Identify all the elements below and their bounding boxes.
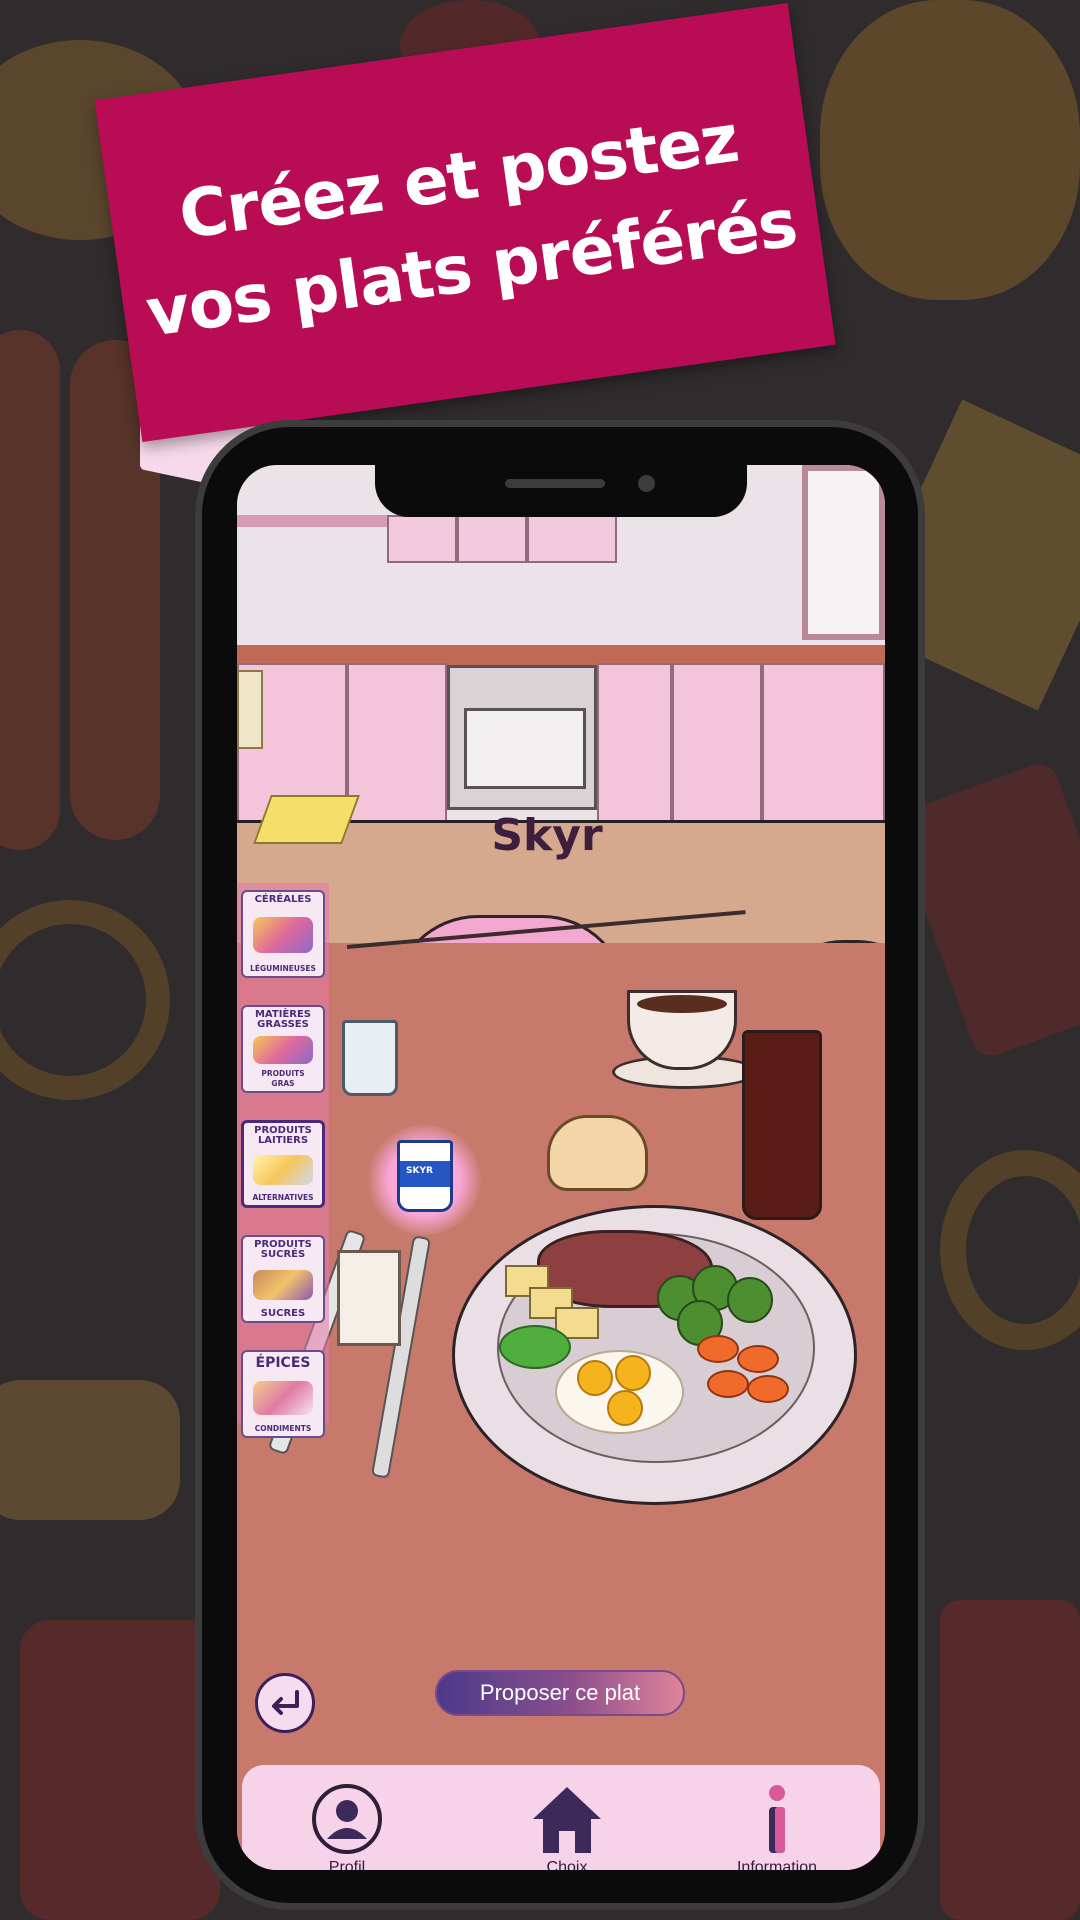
app-screen: Skyr SKYR CÉRÉALES LÉGUMINEUSES MATIÈRES…	[237, 465, 885, 1870]
bottom-navigation: Profil Choix Information	[242, 1765, 880, 1870]
upper-cabinet	[387, 515, 457, 563]
category-subtitle: CONDIMENTS	[254, 1424, 312, 1433]
nav-label-profil: Profil	[328, 1859, 366, 1870]
nav-choix[interactable]: Choix	[492, 1783, 642, 1870]
base-cabinet	[672, 663, 762, 823]
skyr-item[interactable]: SKYR	[397, 1140, 453, 1212]
back-button[interactable]	[255, 1673, 315, 1733]
category-produits-laitiers[interactable]: PRODUITS LAITIERS ALTERNATIVES	[241, 1120, 325, 1208]
oven	[447, 665, 597, 810]
cereal-box	[237, 670, 263, 749]
spices-icon	[253, 1380, 313, 1415]
kitchen-counter	[237, 645, 885, 665]
nav-information[interactable]: Information	[702, 1783, 852, 1870]
kitchen-window	[802, 465, 885, 640]
category-title: PRODUITS LAITIERS	[254, 1125, 312, 1146]
profile-icon	[312, 1784, 382, 1854]
category-subtitle: ALTERNATIVES	[252, 1193, 314, 1202]
category-matieres-grasses[interactable]: MATIÈRES GRASSES PRODUITS GRAS	[241, 1005, 325, 1093]
category-title: ÉPICES	[255, 1355, 311, 1371]
oven-window	[464, 708, 586, 789]
back-arrow-icon	[272, 1690, 299, 1715]
egg-yolk	[615, 1355, 651, 1391]
category-subtitle: LÉGUMINEUSES	[250, 964, 316, 973]
dairy-icon	[253, 1154, 313, 1185]
category-title: PRODUITS SUCRÉS	[254, 1239, 312, 1260]
fats-icon	[253, 1035, 313, 1064]
carrot-slice[interactable]	[747, 1375, 789, 1403]
nav-label-information: Information	[736, 1859, 818, 1870]
category-subtitle: SUCRES	[260, 1308, 306, 1319]
milk-carton[interactable]	[337, 1250, 401, 1346]
base-cabinet	[597, 663, 672, 823]
info-icon	[769, 1785, 785, 1853]
home-icon	[533, 1787, 601, 1853]
carrot-slice[interactable]	[737, 1345, 779, 1373]
category-produits-sucres[interactable]: PRODUITS SUCRÉS SUCRES	[241, 1235, 325, 1323]
upper-cabinet	[527, 515, 617, 563]
category-title: CÉRÉALES	[254, 894, 312, 905]
egg-yolk	[577, 1360, 613, 1396]
phone-camera	[638, 475, 655, 492]
nav-label-choix: Choix	[546, 1859, 588, 1870]
cheese-block	[253, 795, 360, 844]
cereals-icon	[253, 916, 313, 953]
tea	[637, 995, 727, 1013]
egg-yolk	[607, 1390, 643, 1426]
category-subtitle: PRODUITS GRAS	[261, 1069, 305, 1088]
upper-cabinet	[457, 515, 527, 563]
broccoli[interactable]	[727, 1277, 773, 1323]
carrot-slice[interactable]	[707, 1370, 749, 1398]
cola-glass	[742, 1030, 822, 1220]
category-epices[interactable]: ÉPICES CONDIMENTS	[241, 1350, 325, 1438]
peas[interactable]	[499, 1325, 571, 1369]
nav-profil[interactable]: Profil	[272, 1783, 422, 1870]
phone-speaker	[505, 479, 605, 488]
yogurt-cup[interactable]	[342, 1020, 398, 1096]
category-cereales[interactable]: CÉRÉALES LÉGUMINEUSES	[241, 890, 325, 978]
skyr-cup-label: SKYR	[406, 1166, 433, 1176]
bread-slice	[547, 1115, 648, 1191]
base-cabinet	[762, 663, 885, 823]
carrot-slice[interactable]	[697, 1335, 739, 1363]
category-title: MATIÈRES GRASSES	[254, 1009, 312, 1030]
propose-dish-button[interactable]: Proposer ce plat	[435, 1670, 685, 1716]
sweets-icon	[253, 1269, 313, 1300]
selected-food-label: Skyr	[491, 810, 603, 861]
base-cabinet	[347, 663, 447, 823]
